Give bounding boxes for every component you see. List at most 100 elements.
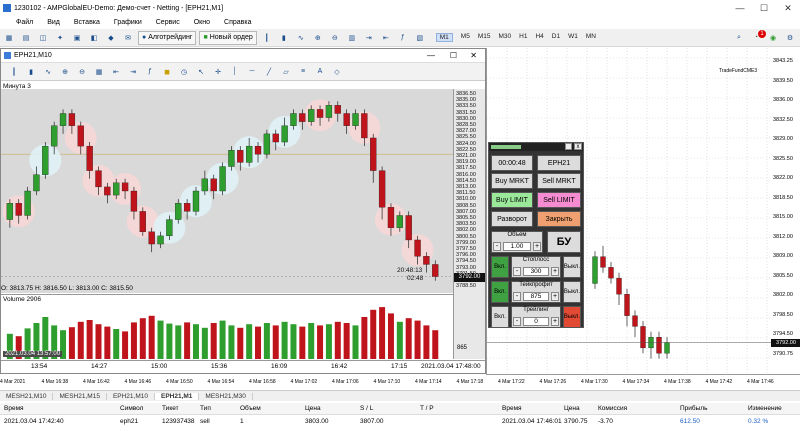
inner-maximize-button[interactable]: ☐ [450, 51, 457, 60]
chart-grid-icon[interactable]: ▦ [92, 65, 106, 79]
shapes-icon[interactable]: ◇ [330, 65, 344, 79]
chart-color-icon[interactable]: ◼ [160, 65, 174, 79]
minimize-button[interactable]: — [728, 0, 752, 16]
timeframe-m1[interactable]: M1 [435, 33, 453, 42]
panel-minimize-button[interactable] [565, 143, 572, 150]
chart-window-eph21-m10[interactable]: EPH21,M10 — ☐ ✕ ┃ ▮ ∿ ⊕ ⊖ ▦ ⇤ ⇥ ƒ ◼ ◷ ↖ … [0, 48, 486, 374]
menu-3[interactable]: Графики [114, 19, 142, 26]
sell-market-button[interactable]: Sell MRKT [537, 173, 581, 189]
autoscroll-icon[interactable]: ⇥ [362, 31, 376, 45]
buy-limit-button[interactable]: Buy LIMIT [491, 192, 533, 208]
zoom-in-icon[interactable]: ⊕ [311, 31, 325, 45]
profiles-icon[interactable]: ▤ [19, 31, 33, 45]
inner-close-button[interactable]: ✕ [470, 51, 477, 60]
buy-market-button[interactable]: Buy MRKT [491, 173, 533, 189]
tab-mesh21-m30[interactable]: MESH21,M30 [199, 392, 253, 400]
text-tool-icon[interactable]: A [313, 65, 327, 79]
new-chart-icon[interactable]: ▦ [2, 31, 16, 45]
settings-icon[interactable]: ⚙ [783, 31, 797, 45]
takeprofit-plus-button[interactable]: + [551, 292, 559, 301]
chart-line-icon[interactable]: ∿ [41, 65, 55, 79]
volume-plus-button[interactable]: + [533, 242, 541, 251]
trailing-minus-button[interactable]: - [513, 317, 521, 326]
tile-windows-icon[interactable]: ▥ [345, 31, 359, 45]
trailing-plus-button[interactable]: + [551, 317, 559, 326]
chart-zoom-in-icon[interactable]: ⊕ [58, 65, 72, 79]
tab-mesh21-m10[interactable]: MESH21,M10 [0, 392, 54, 400]
volume-minus-button[interactable]: - [493, 242, 501, 251]
indicators-icon[interactable]: ƒ [396, 31, 410, 45]
trailing-on-button[interactable]: Вкл. [491, 306, 509, 328]
fibo-icon[interactable]: ≡ [296, 65, 310, 79]
timeframe-d1[interactable]: D1 [552, 33, 560, 42]
stoploss-on-button[interactable]: Вкл. [491, 256, 509, 278]
chart-indicators-icon[interactable]: ƒ [143, 65, 157, 79]
account-icon[interactable]: ◉ [766, 31, 780, 45]
algo-trading-button[interactable]: ● Алготрейдинг [138, 30, 197, 45]
chart-period-icon[interactable]: ◷ [177, 65, 191, 79]
reverse-button[interactable]: Разворот [491, 211, 533, 227]
table-row[interactable]: 2021.03.04 17:42:40 eph21 123937438 sell 1 38… [0, 415, 800, 428]
new-order-button[interactable]: ■ Новый ордер [199, 30, 257, 45]
line-chart-icon[interactable]: ∿ [294, 31, 308, 45]
timeframe-m30[interactable]: M30 [498, 33, 511, 42]
tab-eph21-m10[interactable]: EPH21,M10 [107, 392, 155, 400]
notifications-icon[interactable]: ◔ 1 [749, 29, 766, 45]
chart-bars-icon[interactable]: ┃ [7, 65, 21, 79]
tester-icon[interactable]: ◧ [87, 31, 101, 45]
trendline-icon[interactable]: ╱ [262, 65, 276, 79]
chart-shift-tool-icon[interactable]: ⇤ [109, 65, 123, 79]
cursor-icon[interactable]: ↖ [194, 65, 208, 79]
timeframe-m5[interactable]: M5 [461, 33, 470, 42]
close-button[interactable]: ✕ [776, 0, 800, 16]
takeprofit-minus-button[interactable]: - [513, 292, 521, 301]
close-position-button[interactable]: Закрыть [537, 211, 581, 227]
inner-minimize-button[interactable]: — [427, 51, 435, 60]
channel-icon[interactable]: ▱ [279, 65, 293, 79]
stoploss-input[interactable]: 300 [523, 267, 549, 276]
breakeven-button[interactable]: БУ [547, 231, 581, 253]
chart-zoom-out-icon[interactable]: ⊖ [75, 65, 89, 79]
panel-close-button[interactable]: x [574, 143, 582, 150]
stoploss-plus-button[interactable]: + [551, 267, 559, 276]
maximize-button[interactable]: ☐ [752, 0, 776, 16]
search-icon[interactable]: ⌕ [732, 31, 746, 45]
stoploss-minus-button[interactable]: - [513, 267, 521, 276]
templates-icon[interactable]: ▧ [413, 31, 427, 45]
timeframe-h4[interactable]: H4 [535, 33, 543, 42]
timeframe-h1[interactable]: H1 [519, 33, 527, 42]
timeframe-m15[interactable]: M15 [478, 33, 491, 42]
inner-plot-area[interactable]: 20:48:13 02:48 [1, 89, 453, 293]
tab-mesh21-m15[interactable]: MESH21,M15 [53, 392, 107, 400]
menu-2[interactable]: Вставка [74, 19, 100, 26]
chart-candles-icon[interactable]: ▮ [24, 65, 38, 79]
terminal-icon[interactable]: ▣ [70, 31, 84, 45]
horizontal-line-icon[interactable]: ─ [245, 65, 259, 79]
navigator-icon[interactable]: ✦ [53, 31, 67, 45]
bar-chart-icon[interactable]: ┃ [260, 31, 274, 45]
crosshair-icon[interactable]: ✛ [211, 65, 225, 79]
signals-icon[interactable]: ✉ [121, 31, 135, 45]
menu-5[interactable]: Окно [194, 19, 210, 26]
sell-limit-button[interactable]: Sell LIMIT [537, 192, 581, 208]
market-watch-icon[interactable]: ◫ [36, 31, 50, 45]
takeprofit-off-button[interactable]: Выкл. [563, 281, 581, 303]
menu-4[interactable]: Сервис [156, 19, 180, 26]
vertical-line-icon[interactable]: │ [228, 65, 242, 79]
chart-shift-icon[interactable]: ⇤ [379, 31, 393, 45]
takeprofit-on-button[interactable]: Вкл. [491, 281, 509, 303]
chart-autoscroll-icon[interactable]: ⇥ [126, 65, 140, 79]
volume-input[interactable]: 1.00 [503, 242, 531, 251]
trailing-input[interactable]: 0 [523, 317, 549, 326]
menu-6[interactable]: Справка [224, 19, 251, 26]
timeframe-w1[interactable]: W1 [568, 33, 578, 42]
menu-0[interactable]: Файл [16, 19, 33, 26]
candle-chart-icon[interactable]: ▮ [277, 31, 291, 45]
trailing-off-button[interactable]: Выкл. [563, 306, 581, 328]
zoom-out-icon[interactable]: ⊖ [328, 31, 342, 45]
stoploss-off-button[interactable]: Выкл. [563, 256, 581, 278]
tab-eph21-m1[interactable]: EPH21,M1 [154, 392, 200, 400]
takeprofit-input[interactable]: 875 [523, 292, 549, 301]
metaeditor-icon[interactable]: ◆ [104, 31, 118, 45]
menu-1[interactable]: Вид [47, 19, 60, 26]
